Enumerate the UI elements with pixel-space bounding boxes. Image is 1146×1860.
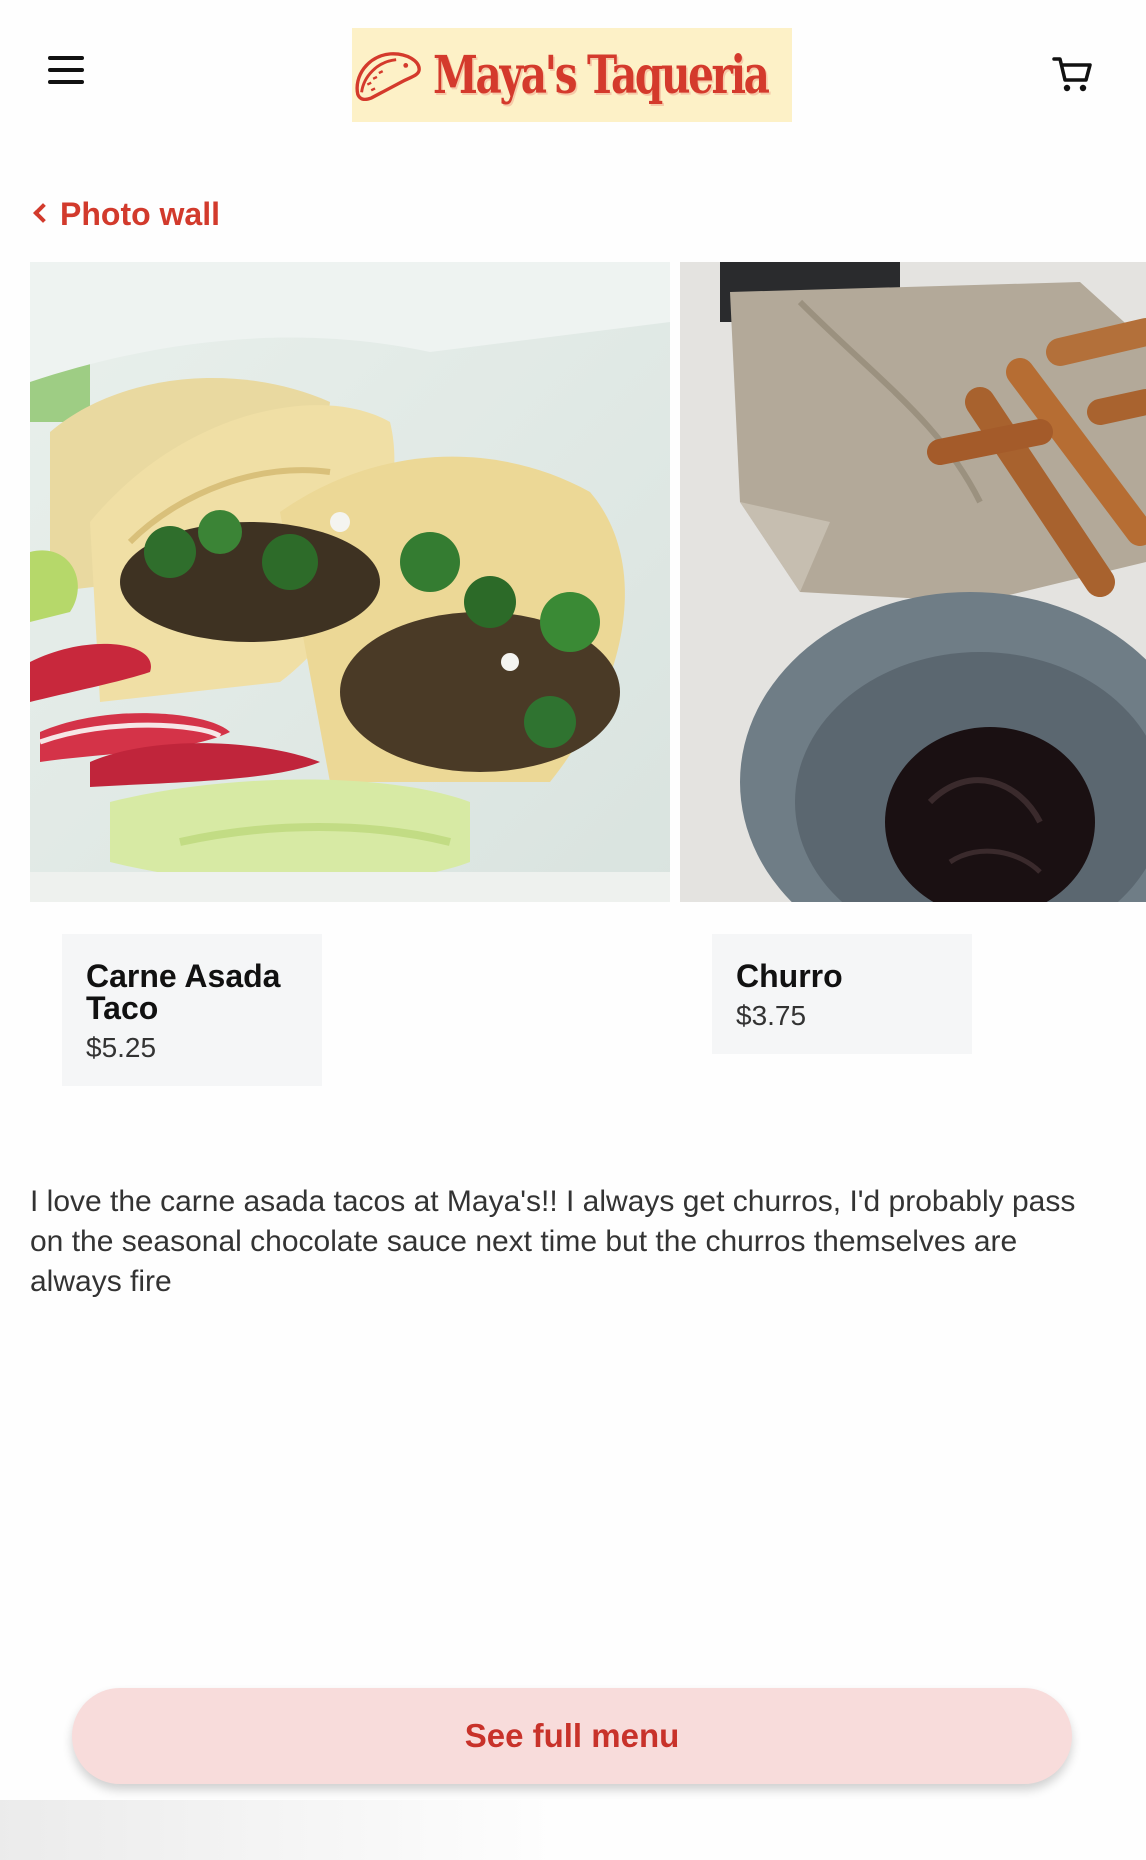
see-full-menu-button[interactable]: See full menu [72, 1688, 1072, 1784]
logo-text: Maya's Taqueria [433, 44, 770, 106]
taco-logo-icon [355, 52, 421, 102]
item-name: Carne Asada Taco [86, 958, 281, 1026]
item-card-churro[interactable]: Churro $3.75 [712, 934, 972, 1054]
churro-photo[interactable] [680, 262, 1146, 902]
churro-photo-illustration [680, 262, 1146, 902]
review-text: I love the carne asada tacos at Maya's!!… [30, 1185, 1076, 1298]
item-price: $5.25 [86, 1032, 157, 1063]
photo-detail-page: Maya's Taqueria Photo wall Carne Asada T… [0, 0, 1146, 1860]
hamburger-menu-icon[interactable] [44, 50, 88, 90]
back-to-photo-wall-link[interactable]: Photo wall [33, 194, 220, 234]
maya-taqueria-logo[interactable]: Maya's Taqueria [352, 28, 792, 122]
item-price: $3.75 [736, 1000, 807, 1031]
app-header: Maya's Taqueria [0, 0, 1146, 150]
bottom-edge-shadow [0, 1800, 560, 1860]
back-link-label: Photo wall [60, 195, 220, 232]
full-menu-label: See full menu [464, 1717, 680, 1754]
carne-asada-taco-photo[interactable] [30, 262, 670, 902]
item-card-carne-asada-taco[interactable]: Carne Asada Taco $5.25 [62, 934, 322, 1086]
chevron-left-icon [33, 203, 53, 223]
item-name: Churro [736, 958, 843, 994]
shopping-cart-icon[interactable] [1052, 54, 1094, 94]
taco-photo-illustration [30, 262, 670, 902]
